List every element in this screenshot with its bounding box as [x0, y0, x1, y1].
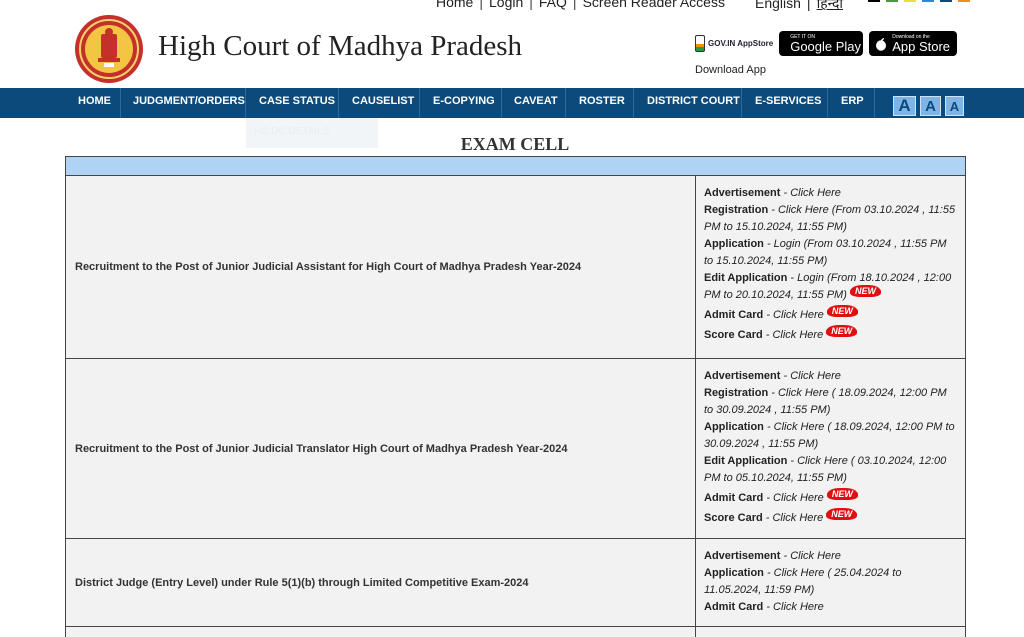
gov-appstore-badge[interactable]: GOV.IN AppStore — [695, 35, 773, 52]
exam-table: Recruitment to the Post of Junior Judici… — [65, 156, 966, 637]
new-badge-icon: NEW — [828, 489, 856, 499]
registration-link[interactable]: Registration - Click Here (From 03.10.20… — [704, 202, 957, 236]
nav-e-copying[interactable]: E-COPYING — [433, 88, 495, 118]
nav-separator — [419, 88, 420, 118]
table-header — [66, 157, 965, 176]
new-badge-icon: NEW — [851, 286, 879, 296]
nav-judgment-orders[interactable]: JUDGMENT/ORDERS — [133, 88, 245, 118]
exam-name: Recruitment to the Post of Junior Judici… — [66, 176, 696, 358]
nav-separator — [827, 88, 828, 118]
top-links: Home | Login | FAQ | Screen Reader Access — [436, 0, 725, 10]
nav-separator — [501, 88, 502, 118]
edit-application-link[interactable]: Edit Application - Click Here ( 03.10.20… — [704, 453, 957, 487]
application-link[interactable]: Application - Click Here ( 25.04.2024 to… — [704, 565, 957, 599]
app-store-label: App Store — [892, 38, 951, 54]
nav-home[interactable]: HOME — [78, 88, 111, 118]
exam-name — [66, 627, 696, 637]
nav-causelist[interactable]: CAUSELIST — [352, 88, 414, 118]
new-badge-icon: NEW — [828, 326, 856, 336]
table-row: Recruitment to the Post of Junior Judici… — [66, 359, 965, 539]
score-card-link[interactable]: Score Card - Click Here NEW — [704, 326, 957, 344]
advertisement-link[interactable]: Advertisement - Click Here — [704, 548, 957, 565]
font-normal-button[interactable]: A — [920, 96, 941, 116]
edit-application-link[interactable]: Edit Application - Login (From 18.10.202… — [704, 270, 957, 304]
separator: | — [572, 0, 577, 10]
exam-links: Advertisement - Click Here Registration … — [696, 176, 965, 358]
nav-district-court[interactable]: DISTRICT COURT — [647, 88, 740, 118]
home-link[interactable]: Home — [436, 0, 473, 10]
admit-card-link[interactable]: Admit Card - Click Here NEW — [704, 306, 957, 324]
hindi-link[interactable]: हिन्दी — [817, 0, 843, 11]
app-store-badge[interactable]: Download on the App Store — [869, 31, 958, 56]
separator: | — [479, 0, 483, 10]
advertisement-link[interactable]: Advertisement - Click Here — [704, 368, 957, 385]
theme-swatch-yellow[interactable] — [904, 0, 916, 2]
admit-card-link[interactable]: Admit Card - Click Here NEW — [704, 489, 957, 507]
application-link[interactable]: Application - Click Here ( 18.09.2024, 1… — [704, 419, 957, 453]
registration-link[interactable]: Registration - Click Here ( 18.09.2024, … — [704, 385, 957, 419]
new-badge-icon: NEW — [828, 509, 856, 519]
language-switch: English | हिन्दी — [755, 0, 843, 13]
login-link[interactable]: Login — [489, 0, 523, 10]
new-badge-icon: NEW — [828, 306, 856, 316]
table-row: District Judge (Entry Level) under Rule … — [66, 539, 965, 627]
nav-separator — [338, 88, 339, 118]
nav-separator — [245, 88, 246, 118]
nav-caveat[interactable]: CAVEAT — [514, 88, 558, 118]
apple-icon — [876, 37, 887, 51]
admit-card-link[interactable]: Admit Card - Click Here — [704, 599, 957, 616]
high-court-emblem-logo[interactable] — [74, 14, 144, 84]
page-title: EXAM CELL — [460, 134, 570, 154]
nav-e-services[interactable]: E-SERVICES — [755, 88, 821, 118]
theme-swatch-blue[interactable] — [922, 0, 934, 2]
screen-reader-link[interactable]: Screen Reader Access — [583, 0, 725, 10]
phone-icon — [695, 35, 705, 52]
theme-swatch-navy[interactable] — [940, 0, 952, 2]
english-link[interactable]: English — [755, 0, 801, 11]
download-app-label: Download App — [695, 64, 766, 76]
nav-separator — [741, 88, 742, 118]
theme-swatch-orange[interactable] — [958, 0, 970, 2]
main-navbar: HOME JUDGMENT/ORDERS CASE STATUS CAUSELI… — [0, 88, 1024, 118]
font-decrease-button[interactable]: A — [945, 96, 964, 116]
exam-name: Recruitment to the Post of Junior Judici… — [66, 359, 696, 538]
site-title[interactable]: High Court of Madhya Pradesh — [158, 30, 522, 63]
faq-link[interactable]: FAQ — [539, 0, 567, 10]
nav-erp[interactable]: ERP — [841, 88, 864, 118]
theme-swatches — [868, 0, 970, 2]
google-play-badge[interactable]: GET IT ON Google Play — [779, 31, 864, 56]
nav-roster[interactable]: ROSTER — [579, 88, 625, 118]
font-size-controls: A A A — [893, 96, 964, 116]
exam-links: Advertisement - Click Here Registration … — [696, 359, 965, 538]
nav-separator — [874, 88, 875, 118]
exam-name: District Judge (Entry Level) under Rule … — [66, 539, 696, 626]
nav-separator — [120, 88, 121, 118]
exam-links — [696, 627, 965, 637]
google-play-label: Google Play — [790, 38, 862, 54]
separator: | — [806, 0, 811, 11]
separator: | — [529, 0, 533, 10]
nav-case-status[interactable]: CASE STATUS — [259, 88, 335, 118]
gov-appstore-label: GOV.IN AppStore — [708, 39, 774, 48]
nav-separator — [633, 88, 634, 118]
theme-swatch-black[interactable] — [868, 0, 880, 2]
font-increase-button[interactable]: A — [893, 96, 916, 116]
score-card-link[interactable]: Score Card - Click Here NEW — [704, 509, 957, 527]
theme-swatch-green[interactable] — [886, 0, 898, 2]
application-link[interactable]: Application - Login (From 03.10.2024 , 1… — [704, 236, 957, 270]
table-row — [66, 627, 965, 637]
nav-separator — [565, 88, 566, 118]
table-row: Recruitment to the Post of Junior Judici… — [66, 176, 965, 359]
app-badges: GOV.IN AppStore GET IT ON Google Play Dow… — [695, 31, 958, 56]
advertisement-link[interactable]: Advertisement - Click Here — [704, 185, 957, 202]
top-utility-bar: Home | Login | FAQ | Screen Reader Access Engl… — [0, 0, 1024, 14]
exam-links: Advertisement - Click Here Application -… — [696, 539, 965, 626]
